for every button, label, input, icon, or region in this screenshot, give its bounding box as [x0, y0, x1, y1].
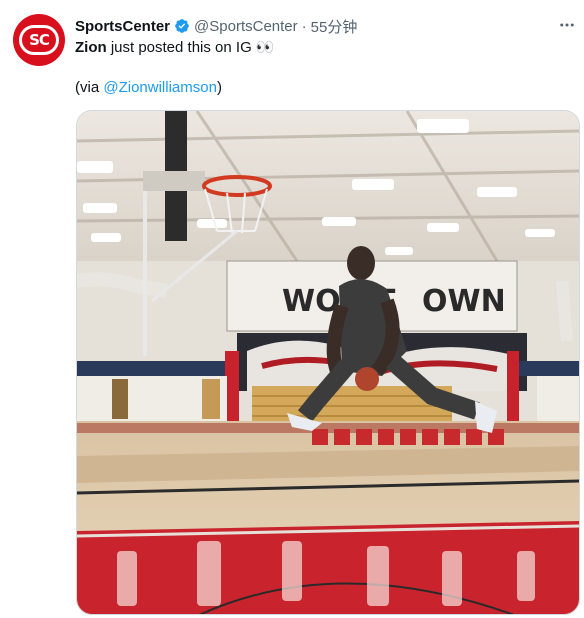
- author-name[interactable]: SportsCenter: [75, 18, 170, 35]
- author-handle[interactable]: @SportsCenter: [194, 18, 298, 35]
- tweet-text: Zion just posted this on IG 👀 (via @Zion…: [75, 38, 275, 98]
- more-options-icon[interactable]: [556, 14, 578, 36]
- header-separator: ·: [301, 17, 307, 35]
- tweet-subject: Zion: [75, 39, 107, 56]
- tweet-card[interactable]: SC SportsCenter @SportsCenter · 55分钟 Zio…: [0, 0, 584, 618]
- tweet-body: just posted this on IG: [106, 39, 256, 56]
- via-suffix: ): [216, 79, 222, 96]
- banner-text-right: OWN: [422, 284, 506, 319]
- avatar[interactable]: SC: [13, 14, 65, 66]
- red-chairs: [312, 429, 504, 445]
- sportscenter-logo-icon: SC: [19, 25, 59, 55]
- via-prefix: (via: [75, 79, 104, 96]
- verified-badge-icon: [174, 18, 190, 34]
- tweet-via-line: (via @Zionwilliamson): [75, 78, 275, 98]
- gym-dunk-scene: WON'T OWN: [77, 111, 579, 614]
- mention-link[interactable]: @Zionwilliamson: [103, 79, 217, 96]
- tweet-timestamp[interactable]: 55分钟: [311, 16, 358, 37]
- tweet-header: SportsCenter @SportsCenter · 55分钟: [75, 16, 357, 36]
- avatar-logo-text: SC: [29, 31, 50, 49]
- eyes-emoji-icon: 👀: [255, 39, 275, 56]
- tweet-media-video[interactable]: WON'T OWN: [76, 110, 580, 615]
